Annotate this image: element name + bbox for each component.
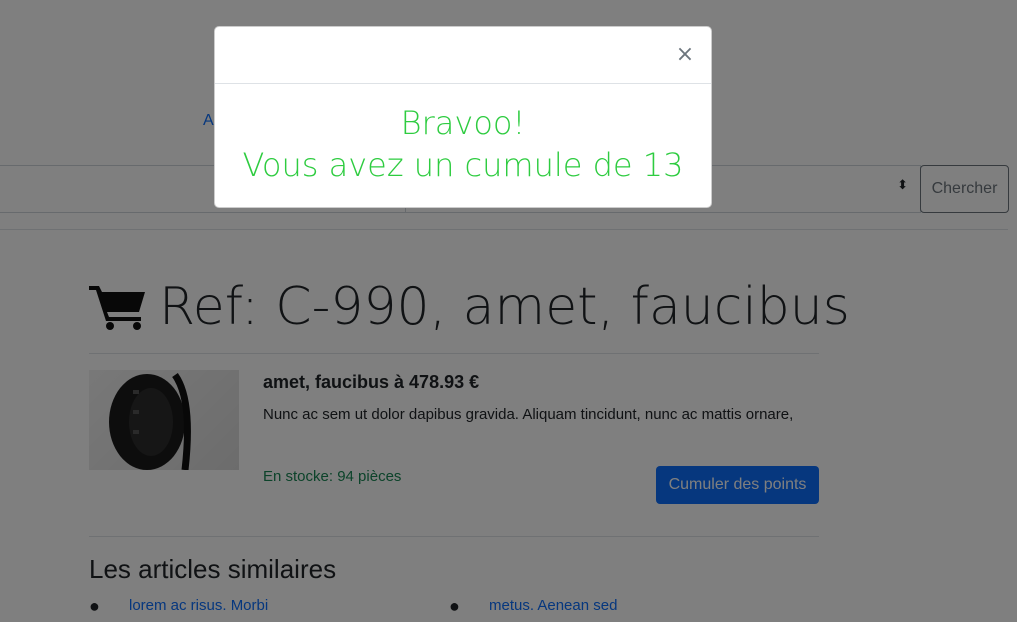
points-modal: × Bravoo! Vous avez un cumule de 13 [214,26,712,208]
modal-body: Bravoo! Vous avez un cumule de 13 [215,84,711,186]
modal-message-title: Bravoo! [400,104,526,142]
close-icon[interactable]: × [675,44,695,66]
modal-message-points: Vous avez un cumule de 13 [242,146,684,184]
modal-header: × [215,27,711,84]
